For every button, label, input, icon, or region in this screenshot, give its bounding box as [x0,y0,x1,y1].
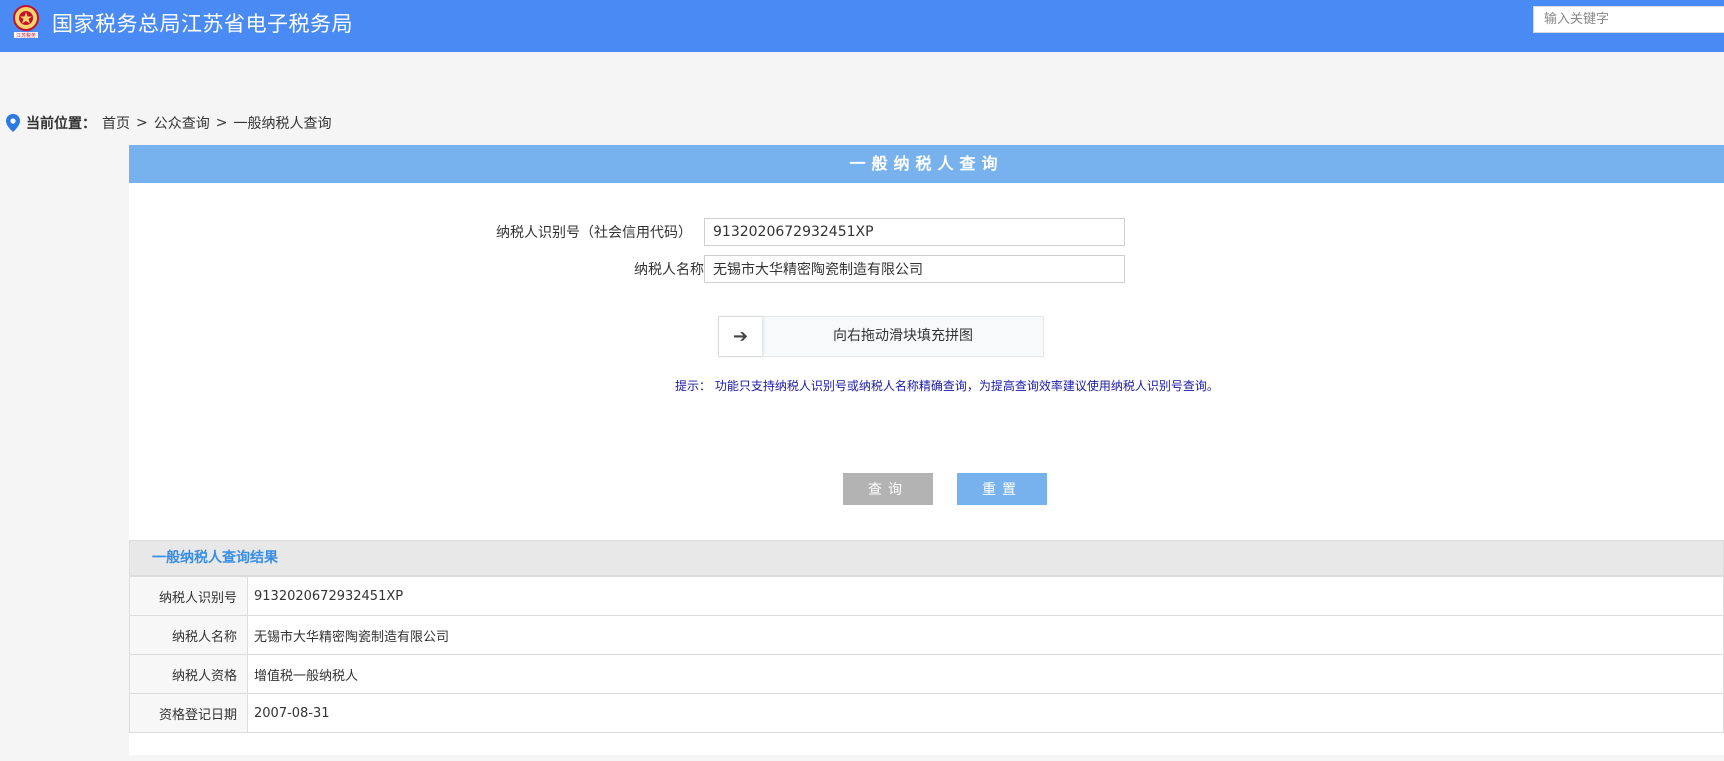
breadcrumb-current-page: 一般纳税人查询 [233,116,332,132]
result-section: 一般纳税人查询结果 纳税人识别号 9132020672932451XP 纳税人名… [129,540,1724,733]
tax-emblem-icon: 江苏税务 [13,5,39,39]
table-row: 纳税人资格 增值税一般纳税人 [129,654,1724,694]
search-input[interactable] [1533,6,1724,33]
breadcrumb: 当前位置： 首页 > 公众查询 > 一般纳税人查询 [6,113,331,133]
result-label: 纳税人识别号 [129,576,248,616]
result-value: 2007-08-31 [247,693,1724,733]
result-label: 纳税人资格 [129,654,248,694]
breadcrumb-separator: > [215,115,228,131]
taxpayer-name-label: 纳税人名称 [634,262,704,278]
result-title: 一般纳税人查询结果 [129,540,1724,576]
query-panel: 一般纳税人查询 纳税人识别号（社会信用代码） 纳税人名称 ➔ 向右拖动滑块填充拼… [129,145,1724,755]
site-title: 国家税务总局江苏省电子税务局 [52,12,353,36]
breadcrumb-home-link[interactable]: 首页 [102,113,130,133]
reset-button[interactable]: 重置 [957,473,1047,505]
table-row: 资格登记日期 2007-08-31 [129,693,1724,733]
breadcrumb-label: 当前位置： [26,116,96,132]
slider-handle[interactable]: ➔ [719,317,763,356]
query-hint: 提示： 功能只支持纳税人识别号或纳税人名称精确查询，为提高查询效率建议使用纳税人… [675,379,1219,393]
result-value: 增值税一般纳税人 [247,654,1724,694]
logo-caption: 江苏税务 [16,32,36,39]
top-header-bar: 江苏税务 国家税务总局江苏省电子税务局 [0,0,1724,52]
result-table: 纳税人识别号 9132020672932451XP 纳税人名称 无锡市大华精密陶… [129,576,1724,733]
taxpayer-id-label: 纳税人识别号（社会信用代码） [496,225,692,241]
result-label: 纳税人名称 [129,615,248,655]
table-row: 纳税人识别号 9132020672932451XP [129,576,1724,616]
taxpayer-id-row: 纳税人识别号（社会信用代码） [129,218,1125,246]
taxpayer-name-row: 纳税人名称 [129,255,1125,283]
result-label: 资格登记日期 [129,693,248,733]
location-pin-icon [6,114,20,132]
taxpayer-id-input[interactable] [704,218,1125,246]
arrow-right-icon: ➔ [732,326,749,347]
taxpayer-name-input[interactable] [704,255,1125,283]
slider-instruction: 向右拖动滑块填充拼图 [833,328,973,344]
query-button[interactable]: 查询 [843,473,933,505]
breadcrumb-public-query-link[interactable]: 公众查询 [154,113,210,133]
breadcrumb-separator: > [136,115,148,131]
result-value: 9132020672932451XP [247,576,1724,616]
result-value: 无锡市大华精密陶瓷制造有限公司 [247,615,1724,655]
panel-title: 一般纳税人查询 [129,145,1724,183]
table-row: 纳税人名称 无锡市大华精密陶瓷制造有限公司 [129,615,1724,655]
slider-captcha: ➔ 向右拖动滑块填充拼图 [718,316,1044,357]
